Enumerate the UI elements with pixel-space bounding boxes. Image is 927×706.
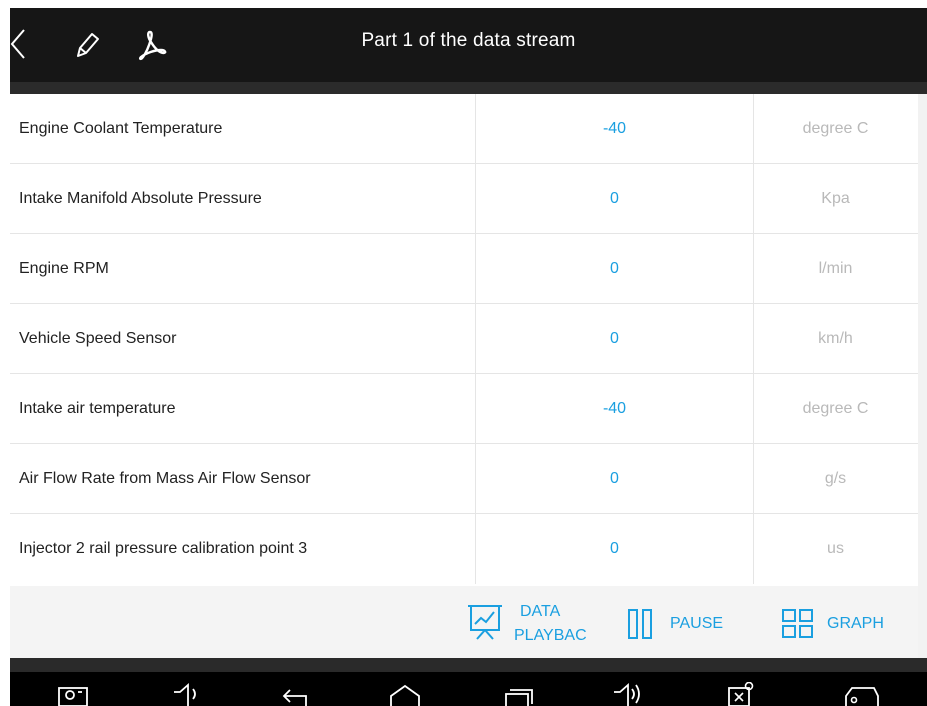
parameter-value: -40 bbox=[475, 374, 754, 444]
title-bar: Part 1 of the data stream bbox=[10, 8, 927, 82]
parameter-name: Vehicle Speed Sensor bbox=[19, 330, 177, 347]
data-playback-button[interactable]: DATA PLAYBAC bbox=[464, 586, 594, 658]
subheader-bar bbox=[10, 82, 927, 94]
recent-apps-icon[interactable] bbox=[500, 682, 536, 706]
pause-label: PAUSE bbox=[670, 615, 724, 632]
system-nav-bar bbox=[10, 672, 927, 706]
parameter-unit: g/s bbox=[824, 470, 847, 487]
vci-icon[interactable] bbox=[721, 682, 757, 706]
divider-bar bbox=[10, 658, 927, 672]
parameter-value: 0 bbox=[475, 164, 754, 234]
table-row[interactable]: Vehicle Speed Sensor 0 km/h bbox=[10, 304, 918, 374]
parameter-unit: degree C bbox=[802, 400, 869, 417]
parameter-unit: Kpa bbox=[821, 190, 850, 207]
page-title: Part 1 of the data stream bbox=[361, 30, 576, 51]
parameter-unit: degree C bbox=[802, 120, 869, 137]
parameter-name: Engine Coolant Temperature bbox=[19, 120, 223, 137]
parameter-value: 0 bbox=[475, 304, 754, 374]
parameter-value: 0 bbox=[475, 514, 754, 584]
back-arrow-icon[interactable] bbox=[276, 682, 312, 706]
parameter-value: 0 bbox=[475, 444, 754, 514]
data-playback-label-line1: DATA bbox=[520, 603, 561, 620]
pause-icon bbox=[628, 609, 652, 639]
table-row[interactable]: Air Flow Rate from Mass Air Flow Sensor … bbox=[10, 444, 918, 514]
left-edge bbox=[0, 0, 10, 706]
presentation-chart-icon bbox=[468, 605, 502, 640]
parameter-name: Injector 2 rail pressure calibration poi… bbox=[19, 540, 308, 557]
parameter-name: Intake air temperature bbox=[19, 400, 176, 417]
table-row[interactable]: Engine RPM 0 l/min bbox=[10, 234, 918, 304]
parameter-name: Engine RPM bbox=[19, 260, 109, 277]
graph-label: GRAPH bbox=[827, 615, 884, 632]
car-icon[interactable] bbox=[842, 682, 882, 706]
grid-icon bbox=[782, 609, 813, 638]
screenshot-icon[interactable] bbox=[56, 682, 90, 706]
table-row[interactable]: Engine Coolant Temperature -40 degree C bbox=[10, 94, 918, 164]
parameter-value: 0 bbox=[475, 234, 754, 304]
data-stream-table: Engine Coolant Temperature -40 degree C … bbox=[10, 94, 918, 586]
parameter-name: Air Flow Rate from Mass Air Flow Sensor bbox=[19, 470, 311, 487]
parameter-unit: us bbox=[827, 540, 844, 557]
scrollbar[interactable] bbox=[918, 94, 927, 658]
table-row[interactable]: Intake air temperature -40 degree C bbox=[10, 374, 918, 444]
home-icon[interactable] bbox=[387, 682, 423, 706]
parameter-name: Intake Manifold Absolute Pressure bbox=[19, 190, 262, 207]
action-bar: DATA PLAYBAC PAUSE GRAPH bbox=[10, 586, 918, 658]
volume-down-icon[interactable] bbox=[170, 682, 204, 706]
volume-up-icon[interactable] bbox=[610, 682, 646, 706]
pause-button[interactable]: PAUSE bbox=[627, 586, 747, 658]
parameter-value: -40 bbox=[475, 94, 754, 164]
table-row[interactable]: Injector 2 rail pressure calibration poi… bbox=[10, 514, 918, 584]
data-playback-label-line2: PLAYBAC bbox=[514, 627, 587, 644]
parameter-unit: km/h bbox=[818, 330, 853, 347]
parameter-unit: l/min bbox=[818, 260, 853, 277]
graph-button[interactable]: GRAPH bbox=[781, 586, 911, 658]
table-row[interactable]: Intake Manifold Absolute Pressure 0 Kpa bbox=[10, 164, 918, 234]
